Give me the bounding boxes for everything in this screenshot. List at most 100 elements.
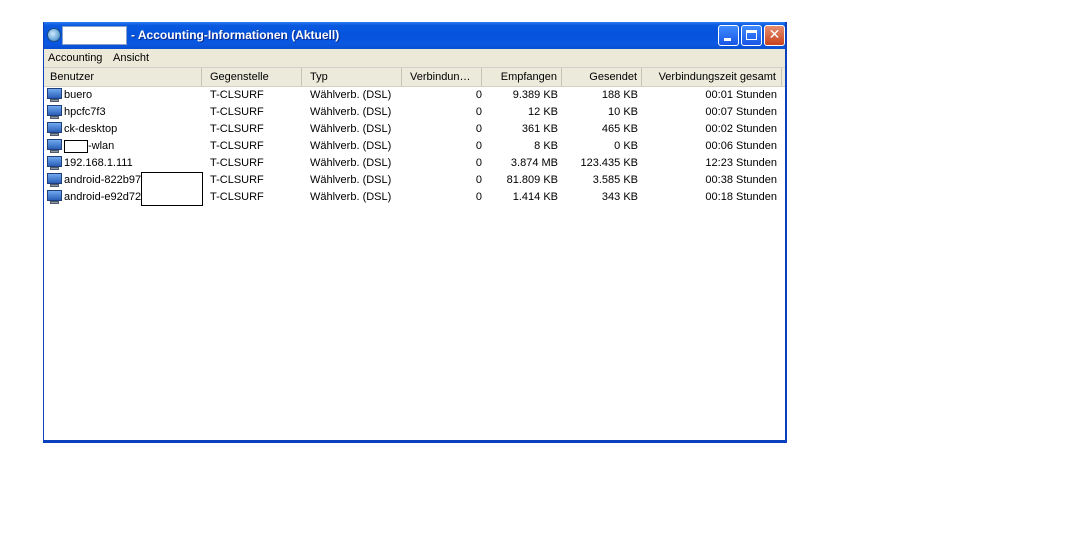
monitor-base xyxy=(50,167,59,170)
cell-gegenstelle: T-CLSURF xyxy=(210,191,264,203)
monitor-base xyxy=(50,150,59,153)
table-row[interactable]: hpcfc7f3 T-CLSURF Wählverb. (DSL) 0 12 KB 10 … xyxy=(44,104,785,121)
monitor-screen xyxy=(47,105,62,116)
cell-benutzer: hpcfc7f3 xyxy=(44,104,202,121)
table-row[interactable]: buero T-CLSURF Wählverb. (DSL) 0 9.389 KB 188… xyxy=(44,87,785,104)
cell-typ: Wählverb. (DSL) xyxy=(310,191,392,203)
cell-verbindungszeit: 00:01 Stunden xyxy=(705,89,777,101)
cell-gegenstelle: T-CLSURF xyxy=(210,140,264,152)
cell-typ: Wählverb. (DSL) xyxy=(310,157,392,169)
monitor-base xyxy=(50,184,59,187)
cell-gesendet: 10 KB xyxy=(608,106,638,118)
menu-bar: Accounting Ansicht xyxy=(44,49,785,68)
computer-icon xyxy=(47,88,62,102)
accounting-window: - Accounting-Informationen (Aktuell) ✕ A… xyxy=(43,22,787,443)
user-name: -wlan xyxy=(88,140,115,152)
monitor-base xyxy=(50,133,59,136)
cell-verbindungszeit: 00:02 Stunden xyxy=(705,123,777,135)
cell-benutzer: android-822b97 xyxy=(44,172,204,206)
list-header: Benutzer Gegenstelle Typ Verbindun… Empf… xyxy=(44,68,785,87)
table-row[interactable]: 192.168.1.111 T-CLSURF Wählverb. (DSL) 0 3.8… xyxy=(44,155,785,172)
cell-benutzer: 192.168.1.111 xyxy=(44,155,202,172)
cell-verbindungen: 0 xyxy=(475,89,482,101)
cell-verbindungszeit: 00:06 Stunden xyxy=(705,140,777,152)
user-name: 192.168.1.111 xyxy=(64,157,133,169)
minimize-button[interactable] xyxy=(718,25,739,46)
window-title: - Accounting-Informationen (Aktuell) xyxy=(131,28,340,42)
monitor-base xyxy=(50,201,59,204)
cell-empfangen: 9.389 KB xyxy=(512,89,558,101)
user-name: buero xyxy=(64,89,93,101)
maximize-button[interactable] xyxy=(741,25,762,46)
cell-benutzer: buero xyxy=(44,87,202,104)
close-icon: ✕ xyxy=(768,27,781,43)
table-row[interactable]: android-822b97 T-CLSURF Wählverb. (DSL) 0 81… xyxy=(44,172,785,206)
user-name: ck-desktop xyxy=(64,123,118,135)
computer-icon xyxy=(47,105,62,119)
cell-gesendet: 188 KB xyxy=(601,89,638,101)
cell-benutzer: android-e92d72 xyxy=(44,189,202,206)
cell-typ: Wählverb. (DSL) xyxy=(310,174,392,186)
cell-empfangen: 1.414 KB xyxy=(512,191,558,203)
monitor-screen xyxy=(47,122,62,133)
cell-typ: Wählverb. (DSL) xyxy=(310,89,392,101)
cell-typ: Wählverb. (DSL) xyxy=(310,140,392,152)
list-rows: buero T-CLSURF Wählverb. (DSL) 0 9.389 KB 188… xyxy=(44,87,785,206)
cell-verbindungen: 0 xyxy=(475,123,482,135)
computer-icon xyxy=(47,139,62,153)
computer-icon xyxy=(47,122,62,136)
column-header-empfangen[interactable]: Empfangen xyxy=(482,68,562,86)
cell-gesendet: 343 KB xyxy=(601,191,638,203)
column-header-gesendet[interactable]: Gesendet xyxy=(562,68,642,86)
cell-benutzer: -wlan xyxy=(44,138,202,155)
computer-icon xyxy=(47,173,62,187)
monitor-screen xyxy=(47,139,62,150)
cell-gegenstelle: T-CLSURF xyxy=(210,123,264,135)
monitor-screen xyxy=(47,173,62,184)
cell-gegenstelle: T-CLSURF xyxy=(210,89,264,101)
column-header-verbindungszeit[interactable]: Verbindungszeit gesamt xyxy=(642,68,782,86)
column-header-benutzer[interactable]: Benutzer xyxy=(44,68,202,86)
table-row[interactable]: -wlan T-CLSURF Wählverb. (DSL) 0 8 KB 0 KB 00:… xyxy=(44,138,785,155)
column-header-typ[interactable]: Typ xyxy=(302,68,402,86)
cell-verbindungszeit: 12:23 Stunden xyxy=(705,157,777,169)
cell-gesendet: 123.435 KB xyxy=(580,157,639,169)
menu-accounting[interactable]: Accounting xyxy=(48,52,102,64)
cell-verbindungen: 0 xyxy=(475,157,482,169)
cell-benutzer: ck-desktop xyxy=(44,121,202,138)
cell-verbindungszeit: 00:07 Stunden xyxy=(705,106,777,118)
cell-gesendet: 0 KB xyxy=(614,140,638,152)
monitor-base xyxy=(50,99,59,102)
user-name: hpcfc7f3 xyxy=(64,106,106,118)
cell-gegenstelle: T-CLSURF xyxy=(210,106,264,118)
menu-ansicht[interactable]: Ansicht xyxy=(113,52,149,64)
minimize-icon xyxy=(724,38,731,41)
accounting-list[interactable]: Benutzer Gegenstelle Typ Verbindun… Empf… xyxy=(44,68,785,440)
close-button[interactable]: ✕ xyxy=(764,25,785,46)
monitor-screen xyxy=(47,190,62,201)
cell-gesendet: 3.585 KB xyxy=(592,174,638,186)
cell-gesendet: 465 KB xyxy=(601,123,638,135)
cell-empfangen: 12 KB xyxy=(528,106,558,118)
monitor-screen xyxy=(47,156,62,167)
user-name-prefix: android-e92d72 xyxy=(64,191,142,203)
table-row[interactable]: ck-desktop T-CLSURF Wählverb. (DSL) 0 361 KB… xyxy=(44,121,785,138)
cell-verbindungen: 0 xyxy=(475,191,482,203)
cell-empfangen: 3.874 MB xyxy=(510,157,558,169)
app-icon[interactable] xyxy=(47,28,61,42)
table-row[interactable]: android-e92d72 T-CLSURF Wählverb. (DSL) 0 1.… xyxy=(44,189,785,206)
redacted-box xyxy=(64,140,88,153)
cell-empfangen: 361 KB xyxy=(521,123,558,135)
cell-verbindungen: 0 xyxy=(475,106,482,118)
cell-typ: Wählverb. (DSL) xyxy=(310,123,392,135)
column-header-gegenstelle[interactable]: Gegenstelle xyxy=(202,68,302,86)
cell-empfangen: 8 KB xyxy=(534,140,558,152)
cell-verbindungszeit: 00:38 Stunden xyxy=(705,174,777,186)
redacted-title-box xyxy=(62,26,127,45)
cell-verbindungszeit: 00:18 Stunden xyxy=(705,191,777,203)
column-header-verbindungen[interactable]: Verbindun… xyxy=(402,68,482,86)
cell-gegenstelle: T-CLSURF xyxy=(210,157,264,169)
cell-typ: Wählverb. (DSL) xyxy=(310,106,392,118)
monitor-screen xyxy=(47,88,62,99)
title-bar[interactable]: - Accounting-Informationen (Aktuell) ✕ xyxy=(44,22,785,49)
